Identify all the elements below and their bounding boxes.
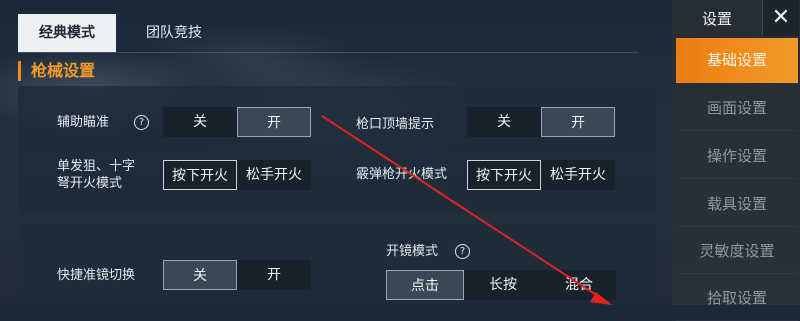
annotation-arrow (321, 115, 612, 305)
